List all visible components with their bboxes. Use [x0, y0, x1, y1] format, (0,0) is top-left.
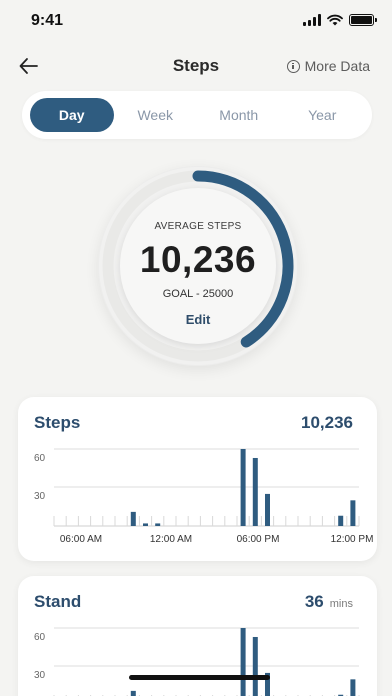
- battery-icon: [349, 14, 377, 26]
- steps-chart-y-tick-label: 60: [34, 453, 46, 464]
- steps-chart-bar: [130, 511, 136, 526]
- stand-chart-bar: [130, 690, 136, 696]
- status-bar: 9:41: [0, 0, 392, 44]
- steps-chart-x-tick-label: 12:00 PM: [331, 534, 374, 545]
- steps-chart-x-tick-label: 12:00 AM: [150, 534, 192, 545]
- average-steps-label: AVERAGE STEPS: [154, 221, 242, 232]
- steps-chart-bar: [338, 515, 344, 526]
- steps-chart-x-tick-label: 06:00 PM: [237, 534, 280, 545]
- tab-year[interactable]: Year: [281, 98, 365, 132]
- status-icons: [303, 14, 377, 26]
- goal-label: GOAL - 25000: [162, 288, 234, 300]
- period-tabs: Day Week Month Year: [22, 91, 372, 139]
- stand-chart-y-tick-label: 30: [34, 670, 46, 681]
- steps-chart-bar: [252, 457, 258, 526]
- stand-chart-bar: [240, 628, 246, 696]
- more-data-button[interactable]: More Data: [286, 58, 370, 74]
- stand-chart-bar: [252, 636, 258, 696]
- home-indicator: [129, 675, 270, 680]
- steps-chart-bar: [240, 449, 246, 526]
- stand-chart-y-tick-label: 60: [34, 632, 46, 643]
- steps-chart-bar: [143, 523, 148, 526]
- steps-chart: 60 30 06:00 AM 12:00 AM 06:00 PM 12:00 PM: [34, 448, 374, 545]
- status-time: 9:41: [31, 12, 64, 29]
- info-circle-icon: [286, 59, 300, 73]
- tab-day[interactable]: Day: [30, 98, 114, 132]
- edit-goal-button[interactable]: Edit: [98, 312, 298, 327]
- tab-week[interactable]: Week: [114, 98, 198, 132]
- header: Steps More Data: [0, 48, 392, 84]
- cellular-signal-icon: [303, 14, 321, 26]
- average-steps-value: 10,236: [139, 239, 257, 280]
- steps-chart-y-tick-label: 30: [34, 491, 46, 502]
- steps-chart-x-tick-label: 06:00 AM: [60, 534, 102, 545]
- steps-chart-bar: [155, 523, 161, 526]
- stand-chart-bar: [350, 679, 356, 696]
- steps-chart-bar: [265, 493, 270, 526]
- tab-month[interactable]: Month: [197, 98, 281, 132]
- wifi-icon: [327, 14, 343, 26]
- more-data-label: More Data: [304, 58, 370, 74]
- steps-chart-bar: [350, 500, 356, 526]
- average-steps-ring: AVERAGE STEPS 10,236 GOAL - 25000 Edit: [98, 166, 298, 366]
- steps-card[interactable]: Steps 10,236 60 30 06:00 AM 12:00 AM 06:00 P…: [18, 397, 377, 561]
